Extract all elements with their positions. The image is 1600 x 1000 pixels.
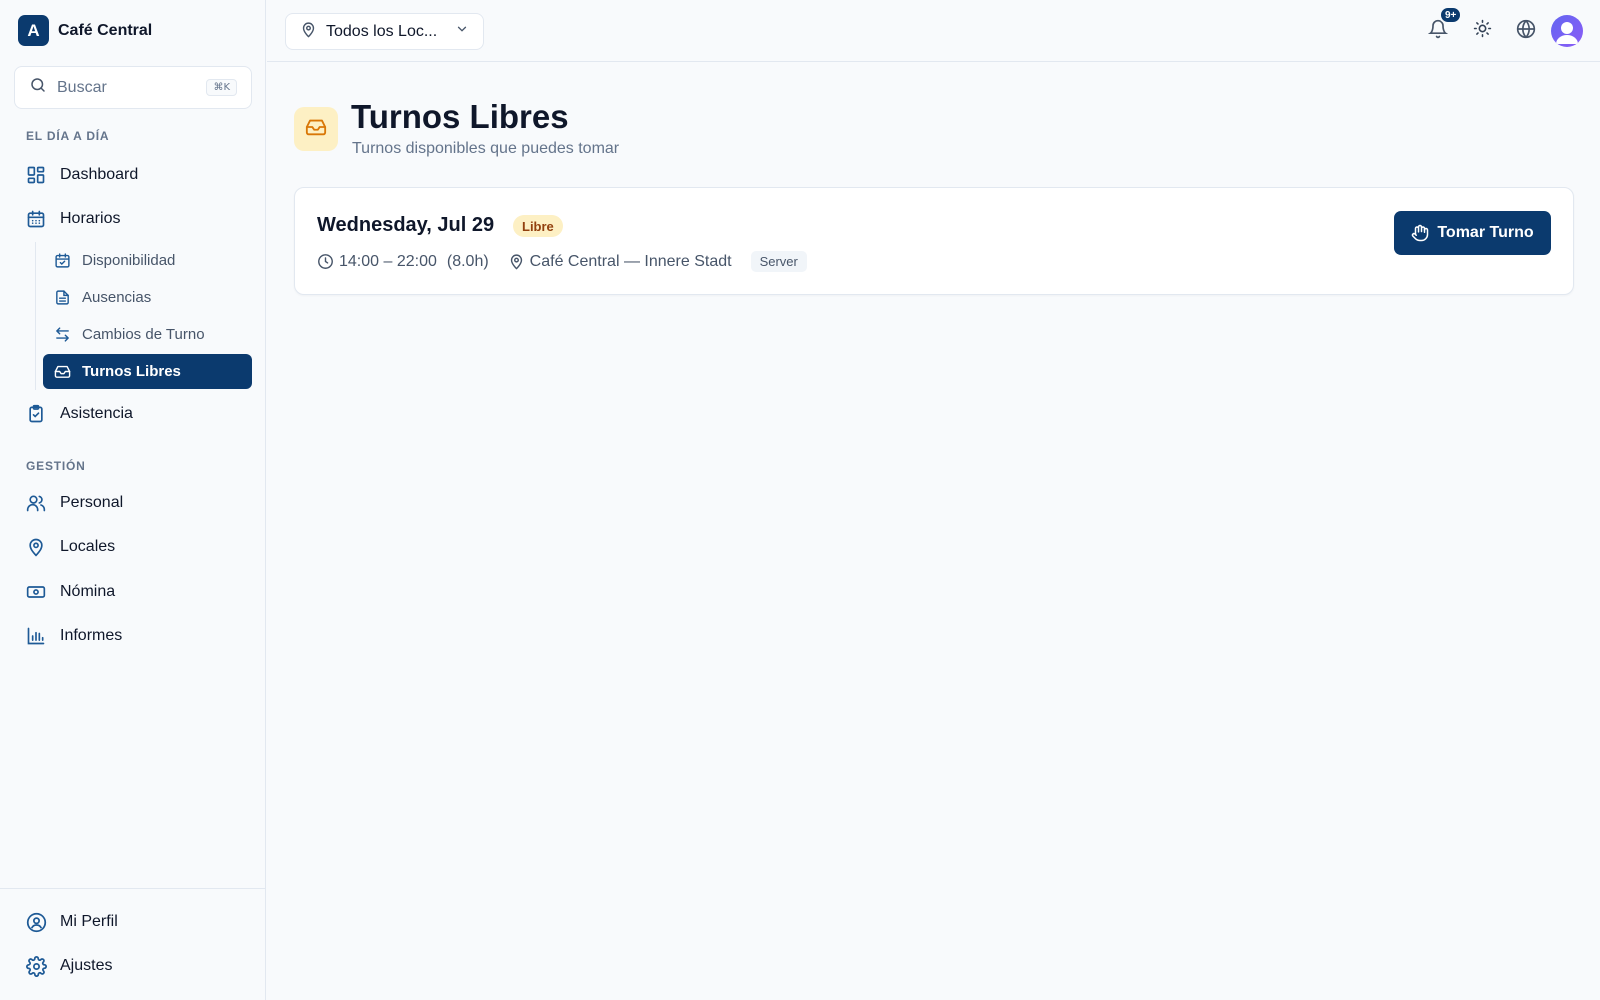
document-icon: [52, 288, 72, 308]
user-avatar-icon: [1556, 22, 1578, 44]
clipboard-check-icon: [24, 402, 48, 426]
globe-icon: [1516, 19, 1536, 44]
shift-meta: 14:00 – 22:00 (8.0h) Café Central — Inne…: [317, 251, 807, 272]
sidebar-item-label: Personal: [60, 494, 124, 511]
language-button[interactable]: [1513, 18, 1539, 44]
sidebar-divider: [0, 888, 266, 889]
sidebar-item-locales[interactable]: Locales: [24, 529, 254, 565]
clock-icon: [318, 254, 333, 269]
chevron-down-icon: [455, 22, 469, 41]
sidebar-subitem-disponibilidad[interactable]: Disponibilidad: [43, 243, 252, 278]
sidebar-item-label: Ajustes: [60, 957, 113, 974]
sidebar-item-personal[interactable]: Personal: [24, 485, 254, 521]
sidebar-item-label: Mi Perfil: [60, 913, 118, 930]
shift-location-label: Café Central — Innere Stadt: [529, 252, 732, 270]
sidebar-item-informes[interactable]: Informes: [24, 618, 254, 654]
avatar[interactable]: [1551, 15, 1583, 47]
sidebar-item-label: Asistencia: [60, 405, 133, 422]
dashboard-icon: [24, 163, 48, 187]
sidebar-item-ajustes[interactable]: Ajustes: [24, 948, 254, 984]
location-selector-value: Todos los Loc...: [326, 22, 438, 40]
calendar-check-icon: [52, 251, 72, 271]
sidebar-item-nomina[interactable]: Nómina: [24, 574, 254, 610]
page-title: Turnos Libres: [351, 98, 569, 135]
shift-location: Café Central — Innere Stadt: [508, 253, 732, 271]
submenu-rail: [35, 242, 36, 390]
sidebar-item-label: Horarios: [60, 210, 121, 227]
calendar-icon: [24, 207, 48, 231]
sidebar-item-dashboard[interactable]: Dashboard: [24, 157, 254, 193]
map-pin-icon: [510, 254, 522, 270]
location-selector[interactable]: Todos los Loc...: [285, 13, 484, 50]
brand[interactable]: A Café Central: [18, 15, 152, 46]
users-icon: [24, 491, 48, 515]
search-box[interactable]: Buscar ⌘K: [14, 66, 252, 109]
hand-icon: [1412, 224, 1429, 242]
sidebar-subitem-label: Turnos Libres: [82, 363, 181, 380]
sun-icon: [1473, 19, 1492, 43]
inbox-icon: [305, 116, 327, 143]
bar-chart-icon: [24, 624, 48, 648]
gear-icon: [24, 954, 48, 978]
status-badge: Libre: [513, 215, 563, 237]
sidebar-item-label: Dashboard: [60, 166, 139, 183]
search-icon: [29, 76, 47, 99]
map-pin-icon: [24, 535, 48, 559]
take-shift-label: Tomar Turno: [1437, 224, 1534, 241]
topbar: Todos los Loc... 9+: [267, 0, 1600, 62]
sidebar-subitem-label: Cambios de Turno: [82, 326, 205, 343]
shift-time-range: 14:00 – 22:00: [339, 252, 437, 270]
banknote-icon: [24, 580, 48, 604]
brand-name: Café Central: [58, 21, 153, 39]
section-label-manage: GESTIÓN: [26, 459, 86, 473]
role-tag: Server: [750, 251, 807, 272]
sidebar-item-label: Nómina: [60, 583, 116, 600]
sidebar-subitem-label: Ausencias: [82, 289, 152, 306]
sidebar: A Café Central Buscar ⌘K EL DÍA A DÍA Da…: [0, 0, 266, 1000]
swap-arrows-icon: [52, 325, 72, 345]
shift-duration: (8.0h): [446, 252, 489, 270]
page-icon: [294, 107, 338, 151]
user-circle-icon: [24, 910, 48, 934]
sidebar-subitem-ausencias[interactable]: Ausencias: [43, 280, 252, 315]
sidebar-item-mi-perfil[interactable]: Mi Perfil: [24, 904, 254, 940]
page-subtitle: Turnos disponibles que puedes tomar: [352, 140, 620, 157]
take-shift-button[interactable]: Tomar Turno: [1394, 211, 1551, 255]
theme-toggle-button[interactable]: [1469, 18, 1495, 44]
brand-logo: A: [18, 15, 49, 46]
shift-date: Wednesday, Jul 29: [317, 214, 495, 236]
search-shortcut: ⌘K: [206, 79, 237, 96]
map-pin-icon: [300, 21, 317, 43]
section-label-daily: EL DÍA A DÍA: [26, 129, 110, 143]
sidebar-subitem-cambios-de-turno[interactable]: Cambios de Turno: [43, 317, 252, 352]
notification-badge: 9+: [1439, 6, 1463, 24]
search-input[interactable]: Buscar: [57, 79, 206, 97]
sidebar-item-asistencia[interactable]: Asistencia: [24, 396, 254, 432]
notifications-button[interactable]: 9+: [1425, 6, 1463, 44]
sidebar-item-label: Informes: [60, 627, 123, 644]
inbox-icon: [52, 362, 72, 382]
sidebar-item-horarios[interactable]: Horarios: [24, 201, 254, 237]
shift-card: Wednesday, Jul 29 Libre 14:00 – 22:00 (8…: [294, 187, 1574, 295]
shift-time: 14:00 – 22:00 (8.0h): [317, 253, 489, 271]
sidebar-item-label: Locales: [60, 538, 116, 555]
sidebar-subitem-turnos-libres[interactable]: Turnos Libres: [43, 354, 252, 389]
sidebar-subitem-label: Disponibilidad: [82, 252, 176, 269]
